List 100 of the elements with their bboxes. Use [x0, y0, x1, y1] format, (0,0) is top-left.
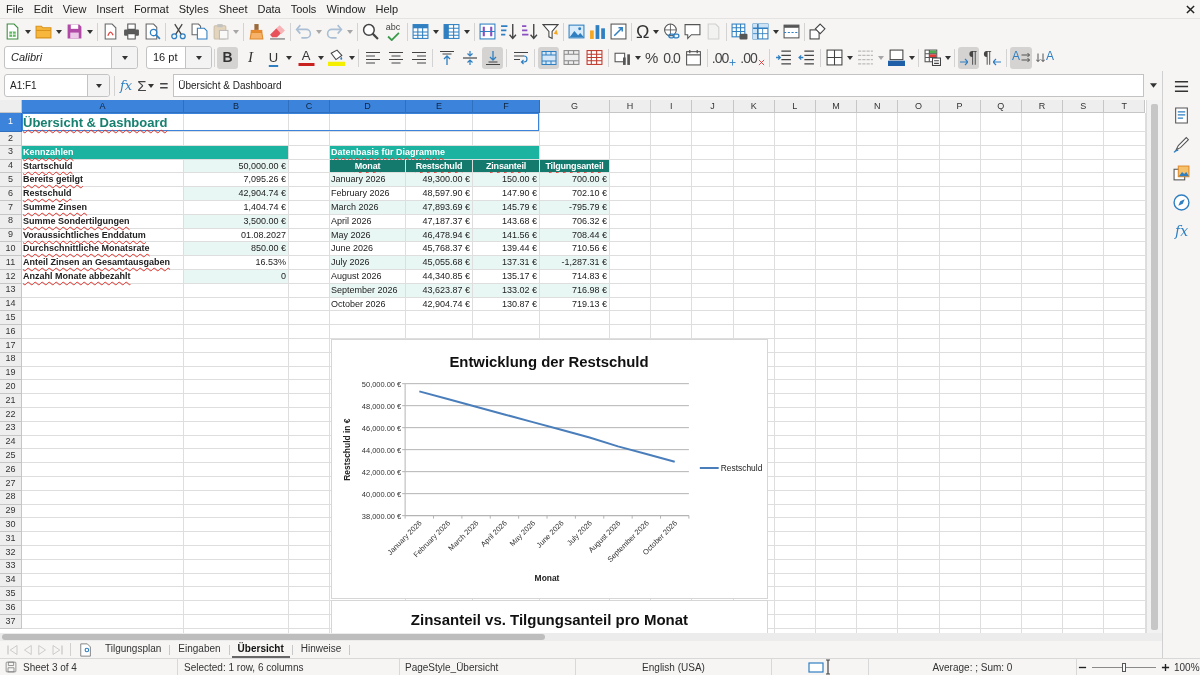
spelling-button[interactable]: abc	[383, 20, 403, 43]
properties-icon[interactable]	[1173, 107, 1190, 124]
sort-descending-icon[interactable]	[521, 23, 538, 40]
save-icon[interactable]	[66, 23, 83, 40]
menu-item[interactable]: Edit	[28, 3, 58, 15]
name-box[interactable]: A1:F1	[4, 74, 110, 97]
caret-icon[interactable]	[349, 55, 355, 60]
formula-button[interactable]: =	[158, 78, 170, 93]
row-header[interactable]: 1	[0, 113, 22, 132]
indent-increase-icon[interactable]	[774, 49, 792, 66]
zoom-in-icon[interactable]	[1160, 662, 1170, 672]
menu-item[interactable]: Sheet	[213, 3, 253, 15]
column-header[interactable]: E	[406, 100, 473, 113]
column-header[interactable]: D	[330, 100, 406, 113]
split-window-icon[interactable]	[783, 23, 801, 40]
add-sheet-icon[interactable]	[79, 642, 93, 657]
document-icon[interactable]	[5, 661, 17, 673]
sort-ascending-icon[interactable]	[500, 23, 517, 40]
bar-chart-icon[interactable]	[589, 23, 606, 40]
column-header[interactable]: T	[1104, 100, 1146, 113]
unmerge-cells-icon[interactable]	[586, 49, 603, 66]
special-character-button[interactable]: Ω	[636, 20, 650, 43]
text-top-to-bottom-button[interactable]: A	[1033, 46, 1056, 69]
row-header[interactable]: 6	[0, 187, 22, 201]
italic-button[interactable]: I	[240, 46, 261, 69]
menu-item[interactable]: Styles	[173, 3, 214, 15]
column-header[interactable]: O	[898, 100, 940, 113]
functions-button[interactable]: fx	[1174, 223, 1189, 240]
caret-icon[interactable]	[95, 83, 102, 88]
paintbrush-icon[interactable]	[248, 23, 265, 40]
scissors-icon[interactable]	[170, 23, 187, 40]
column-header[interactable]: K	[733, 100, 775, 113]
menu-item[interactable]: Data	[252, 3, 286, 15]
column-header[interactable]: G	[540, 100, 610, 113]
underline-button[interactable]: U	[263, 46, 284, 69]
caret-icon[interactable]	[944, 55, 951, 60]
row-header[interactable]: 5	[0, 173, 22, 188]
sheet-tab[interactable]: Hinweise	[294, 641, 348, 658]
column-header[interactable]: C	[289, 100, 330, 113]
borders-icon[interactable]	[825, 49, 843, 66]
row-header[interactable]: 10	[0, 242, 22, 257]
column-header[interactable]: A	[22, 100, 184, 113]
selection-mode-icon[interactable]	[808, 659, 832, 675]
caret-icon[interactable]	[635, 55, 641, 60]
font-name-combobox[interactable]: Calibri	[4, 46, 138, 69]
column-header[interactable]: Q	[980, 100, 1022, 113]
caret-icon[interactable]	[148, 83, 155, 88]
merge-cells-icon[interactable]	[563, 49, 580, 66]
menu-item[interactable]: Window	[321, 3, 371, 15]
row-header[interactable]: 26	[0, 463, 22, 477]
sum-button[interactable]: Σ	[137, 78, 147, 93]
font-size-combobox[interactable]: 16 pt	[146, 46, 212, 69]
menu-item[interactable]: Help	[370, 3, 404, 15]
print-icon[interactable]	[123, 23, 140, 40]
caret-icon[interactable]	[1150, 83, 1157, 88]
copy-icon[interactable]	[191, 23, 208, 40]
column-header[interactable]: F	[473, 100, 540, 113]
row-header[interactable]: 21	[0, 394, 22, 408]
menu-icon[interactable]	[1174, 79, 1189, 94]
caret-icon[interactable]	[653, 29, 660, 34]
filter-icon[interactable]	[542, 23, 559, 40]
border-color-icon[interactable]	[887, 49, 905, 66]
caret-icon[interactable]	[121, 55, 128, 60]
row-header[interactable]: 11	[0, 256, 22, 270]
close-icon[interactable]	[1186, 4, 1195, 14]
caret-icon[interactable]	[433, 29, 439, 34]
row-header[interactable]: 35	[0, 587, 22, 602]
caret-icon[interactable]	[195, 55, 202, 60]
row-header[interactable]: 30	[0, 518, 22, 533]
menu-item[interactable]: Tools	[285, 3, 322, 15]
search-icon[interactable]	[362, 23, 379, 40]
percent-button[interactable]: %	[643, 46, 661, 69]
menu-item[interactable]: File	[1, 3, 29, 15]
sheet-tab[interactable]: Übersicht	[231, 641, 290, 658]
column-header[interactable]: R	[1021, 100, 1064, 113]
freeze-panes-icon[interactable]	[752, 23, 770, 40]
column-header[interactable]: I	[651, 100, 693, 113]
conditional-format-icon[interactable]	[923, 49, 941, 66]
row-header[interactable]: 15	[0, 311, 22, 326]
vertical-scrollbar[interactable]	[1146, 100, 1162, 633]
shapes-icon[interactable]	[809, 23, 827, 40]
caret-icon[interactable]	[464, 29, 470, 34]
font-color-button[interactable]: A	[296, 46, 316, 69]
highlighter-icon[interactable]	[328, 49, 345, 66]
pdf-document-icon[interactable]	[102, 23, 119, 40]
row-header[interactable]: 31	[0, 532, 22, 546]
column-header[interactable]: N	[857, 100, 899, 113]
menu-item[interactable]: View	[57, 3, 92, 15]
row-header[interactable]: 25	[0, 449, 22, 464]
row-header[interactable]: 20	[0, 380, 22, 395]
print-preview-icon[interactable]	[144, 23, 161, 40]
pivot-table-icon[interactable]	[610, 23, 627, 40]
row-header[interactable]: 36	[0, 601, 22, 615]
horizontal-scrollbar[interactable]	[0, 633, 1162, 641]
table-rows-icon[interactable]	[412, 23, 429, 40]
caret-icon[interactable]	[87, 29, 93, 34]
formula-input[interactable]: Übersicht & Dashboard	[173, 74, 1144, 97]
caret-icon[interactable]	[56, 29, 62, 34]
menu-item[interactable]: Format	[128, 3, 174, 15]
scrollbar-thumb[interactable]	[1151, 104, 1158, 630]
